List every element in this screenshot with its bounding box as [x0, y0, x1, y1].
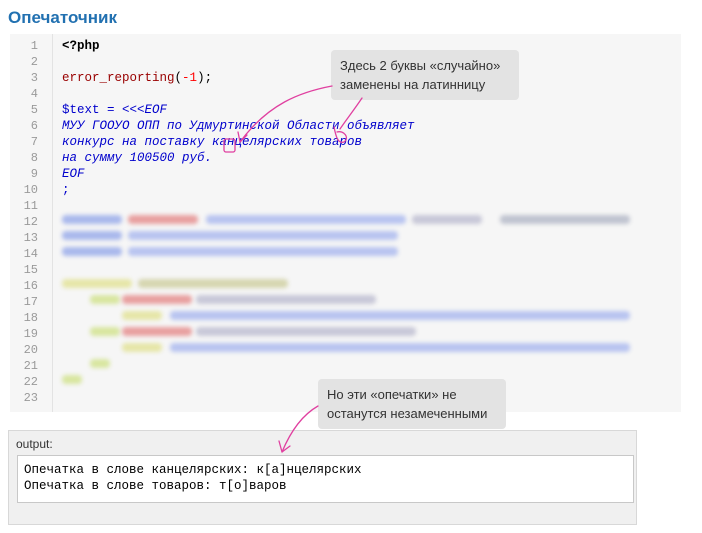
- arrow-to-a-typo: [239, 85, 333, 143]
- arrow-to-output: [281, 405, 319, 453]
- arrowhead-a-typo: [237, 131, 248, 143]
- arrow-to-o-typo: [339, 97, 363, 130]
- handwritten-annotations: [223, 85, 363, 453]
- circle-a-typo: [223, 138, 236, 153]
